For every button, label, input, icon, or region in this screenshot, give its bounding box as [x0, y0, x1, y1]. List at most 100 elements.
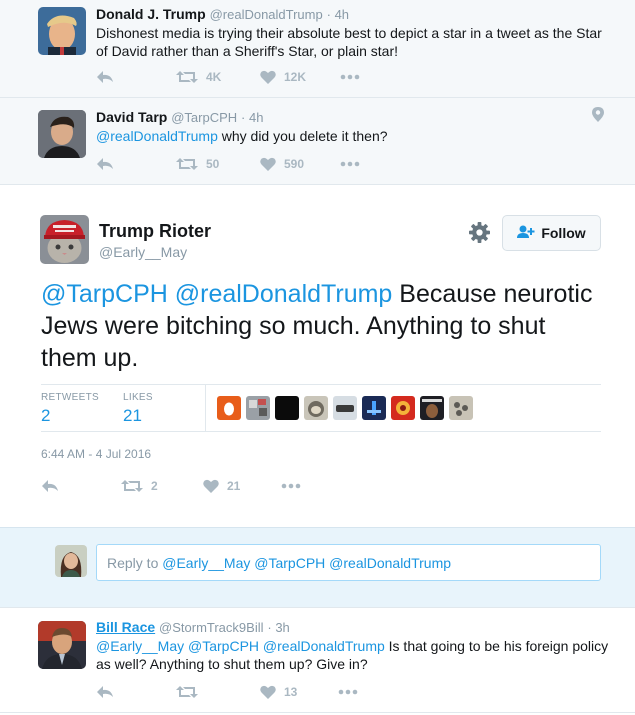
liker-avatar[interactable] [217, 396, 241, 420]
like-button[interactable]: 13 [260, 685, 338, 699]
more-icon [340, 161, 360, 167]
liker-avatar[interactable] [362, 396, 386, 420]
reply-composer: Reply to @Early__May @TarpCPH @realDonal… [0, 527, 635, 607]
divider [205, 384, 206, 431]
author-handle[interactable]: @realDonaldTrump [210, 7, 323, 22]
more-button[interactable] [340, 74, 360, 80]
tweet-body: why did you delete it then? [217, 128, 388, 144]
retweet-icon [176, 157, 198, 171]
tweet-tarp[interactable]: David Tarp @TarpCPH · 4h @realDonaldTrum… [0, 97, 635, 185]
tweet-header: David Tarp @TarpCPH · 4h [96, 109, 263, 125]
tweet-actions: 50 590 [96, 154, 360, 174]
more-button[interactable] [340, 161, 360, 167]
divider [41, 431, 601, 432]
divider [0, 712, 635, 713]
author-name[interactable]: David Tarp [96, 109, 167, 125]
retweet-count: 2 [151, 479, 158, 493]
retweet-icon [176, 70, 198, 84]
author-handle[interactable]: @Early__May [99, 244, 187, 260]
reply-button[interactable] [41, 479, 121, 493]
gear-icon[interactable] [469, 222, 490, 248]
reply-input[interactable]: Reply to @Early__May @TarpCPH @realDonal… [96, 544, 601, 581]
like-count: 13 [284, 685, 298, 699]
follow-person-icon [517, 225, 541, 242]
author-handle[interactable]: @StormTrack9Bill [159, 620, 263, 635]
retweet-count: 4K [206, 70, 222, 84]
mention-links[interactable]: @Early__May @TarpCPH @realDonaldTrump [96, 638, 385, 654]
like-button[interactable]: 590 [260, 157, 340, 171]
more-button[interactable] [281, 483, 301, 489]
liker-avatar[interactable] [420, 396, 444, 420]
tweet-text: @TarpCPH @realDonaldTrump Because neurot… [41, 278, 601, 374]
tweet-text: Dishonest media is trying their absolute… [96, 25, 602, 59]
reply-button[interactable] [96, 685, 176, 699]
liker-avatar[interactable] [391, 396, 415, 420]
retweets-label: RETWEETS [41, 392, 99, 403]
retweet-button[interactable]: 50 [176, 157, 260, 171]
retweet-button[interactable] [176, 685, 260, 699]
heart-icon [203, 479, 219, 493]
like-button[interactable]: 21 [203, 479, 281, 493]
avatar[interactable] [38, 7, 86, 55]
like-count: 21 [227, 479, 241, 493]
like-count: 590 [284, 157, 305, 171]
avatar[interactable] [38, 621, 86, 669]
mention-link[interactable]: @realDonaldTrump [96, 128, 218, 144]
liker-avatar[interactable] [304, 396, 328, 420]
tweet-actions: 2 21 [41, 476, 301, 496]
user-avatar[interactable] [55, 545, 87, 577]
permalink-tweet: Trump Rioter @Early__May Follow @TarpCPH… [0, 185, 635, 527]
tweet-text: @Early__May @TarpCPH @realDonaldTrump Is… [96, 637, 616, 673]
tweet-time[interactable]: · 3h [267, 620, 289, 635]
like-count: 12K [284, 70, 307, 84]
follow-button[interactable]: Follow [502, 215, 601, 251]
likes-count[interactable]: 21 [123, 406, 142, 426]
tweet-trump[interactable]: Donald J. Trump @realDonaldTrump · 4h Di… [0, 0, 635, 92]
tweet-actions: 13 [96, 682, 358, 702]
reply-icon [96, 157, 114, 171]
tweet-actions: 4K 12K [96, 67, 360, 87]
retweet-icon [176, 685, 198, 699]
reply-icon [41, 479, 59, 493]
avatar[interactable] [40, 215, 89, 264]
tweet-header: Donald J. Trump @realDonaldTrump · 4h [96, 6, 349, 22]
reply-button[interactable] [96, 70, 176, 84]
retweets-count[interactable]: 2 [41, 406, 50, 426]
liker-avatar[interactable] [275, 396, 299, 420]
liker-avatar[interactable] [246, 396, 270, 420]
follow-label: Follow [541, 225, 586, 241]
tweet-header: Bill Race @StormTrack9Bill · 3h [96, 619, 290, 635]
mention-links[interactable]: @TarpCPH @realDonaldTrump [41, 280, 392, 308]
tweet-time[interactable]: · 4h [327, 7, 349, 22]
reply-placeholder-prefix: Reply to [107, 555, 163, 571]
liker-avatar[interactable] [333, 396, 357, 420]
more-button[interactable] [338, 689, 358, 695]
tweet-bill-race[interactable]: Bill Race @StormTrack9Bill · 3h @Early__… [0, 607, 635, 715]
tweet-text: @realDonaldTrump why did you delete it t… [96, 127, 616, 145]
retweet-button[interactable]: 4K [176, 70, 260, 84]
tweet-timestamp[interactable]: 6:44 AM - 4 Jul 2016 [41, 447, 151, 461]
reply-icon [96, 70, 114, 84]
more-icon [281, 483, 301, 489]
reply-button[interactable] [96, 157, 176, 171]
liker-avatar[interactable] [449, 396, 473, 420]
location-icon[interactable] [592, 107, 604, 127]
retweet-icon [121, 479, 143, 493]
author-name[interactable]: Trump Rioter [99, 221, 211, 242]
author-name[interactable]: Bill Race [96, 619, 155, 635]
like-button[interactable]: 12K [260, 70, 340, 84]
avatar[interactable] [38, 110, 86, 158]
liker-avatars [217, 396, 478, 420]
more-icon [340, 74, 360, 80]
heart-icon [260, 70, 276, 84]
author-handle[interactable]: @TarpCPH [171, 110, 237, 125]
heart-icon [260, 157, 276, 171]
retweet-button[interactable]: 2 [121, 479, 203, 493]
reply-placeholder-mentions: @Early__May @TarpCPH @realDonaldTrump [162, 555, 452, 571]
likes-label: LIKES [123, 392, 153, 403]
tweet-time[interactable]: · 4h [241, 110, 263, 125]
author-name[interactable]: Donald J. Trump [96, 6, 206, 22]
retweet-count: 50 [206, 157, 220, 171]
more-icon [338, 689, 358, 695]
reply-icon [96, 685, 114, 699]
